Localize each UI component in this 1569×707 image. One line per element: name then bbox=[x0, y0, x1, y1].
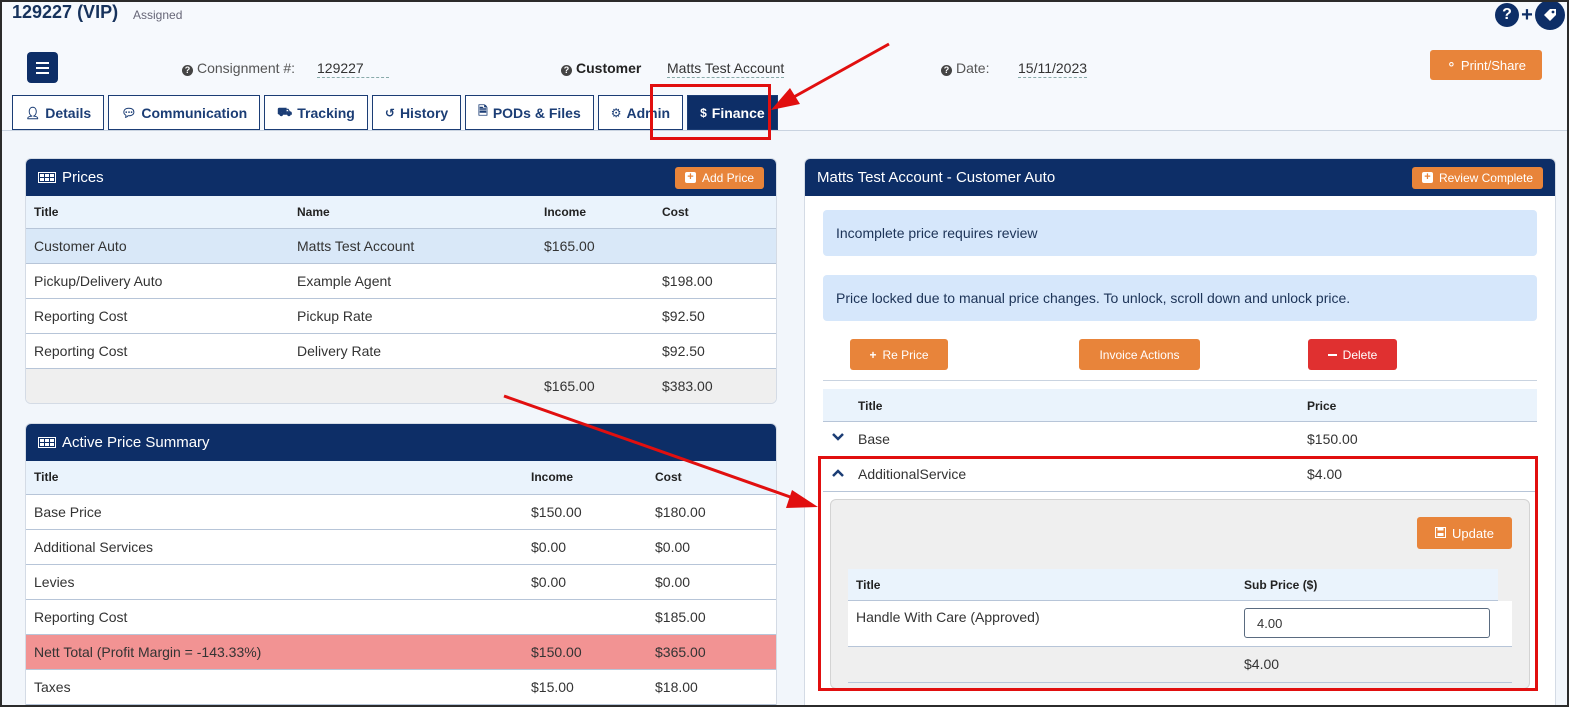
totals-row: $165.00 $383.00 bbox=[26, 368, 776, 403]
tab-history[interactable]: ↺ History bbox=[371, 95, 462, 130]
print-share-button[interactable]: ⚬ Print/Share bbox=[1430, 50, 1542, 80]
comment-icon: 💬︎ bbox=[121, 105, 137, 120]
detail-header: Matts Test Account - Customer Auto + Revi… bbox=[805, 159, 1555, 196]
price-item-row[interactable]: AdditionalService $4.00 bbox=[823, 457, 1537, 492]
table-row: Levies $0.00 $0.00 bbox=[26, 564, 776, 600]
plus-icon: + bbox=[869, 347, 877, 362]
column-header: Price bbox=[1307, 399, 1337, 413]
table-row[interactable]: Pickup/Delivery Auto Example Agent $198.00 bbox=[26, 263, 776, 299]
prices-panel: Prices + Add Price Title Name Income Cost… bbox=[25, 158, 777, 404]
sub-price-total-row: $4.00 bbox=[848, 647, 1512, 683]
chevron-up-icon[interactable] bbox=[831, 466, 845, 483]
prices-header: Prices + Add Price bbox=[26, 159, 776, 196]
delete-button[interactable]: Delete bbox=[1308, 339, 1397, 370]
add-icon[interactable]: + bbox=[1520, 4, 1534, 27]
info-icon: ? bbox=[561, 65, 572, 76]
table-row[interactable]: Reporting Cost Delivery Rate $92.50 bbox=[26, 333, 776, 369]
sub-price-input[interactable]: 4.00 bbox=[1244, 608, 1490, 638]
user-icon: 👤︎ bbox=[25, 105, 41, 120]
customer-label: ? Customer bbox=[561, 60, 641, 76]
locked-alert: Price locked due to manual price changes… bbox=[823, 275, 1537, 321]
help-icon[interactable]: ? bbox=[1495, 3, 1519, 27]
menu-button[interactable] bbox=[27, 52, 58, 83]
prices-table: Title Name Income Cost Customer Auto Matt… bbox=[26, 196, 776, 403]
column-header: Title bbox=[858, 399, 883, 413]
page-title: 129227 (VIP) bbox=[12, 2, 119, 22]
divider bbox=[823, 380, 1537, 381]
column-header: Sub Price ($) bbox=[1244, 578, 1318, 592]
consignment-value[interactable]: 129227 bbox=[317, 60, 389, 78]
column-header: Income bbox=[536, 196, 654, 229]
date-value[interactable]: 15/11/2023 bbox=[1018, 60, 1088, 78]
add-price-button[interactable]: + Add Price bbox=[674, 166, 764, 189]
table-row: Base Price $150.00 $180.00 bbox=[26, 494, 776, 530]
consignment-label: ? Consignment #: bbox=[182, 60, 295, 76]
tab-admin[interactable]: ⚙ Admin bbox=[597, 95, 684, 130]
tab-finance[interactable]: $ Finance bbox=[687, 95, 778, 130]
summary-table: Title Income Cost Base Price $150.00 $180.… bbox=[26, 461, 776, 705]
table-row[interactable]: Customer Auto Matts Test Account $165.00 bbox=[26, 228, 776, 264]
invoice-actions-button[interactable]: Invoice Actions bbox=[1079, 339, 1200, 370]
price-item-row[interactable]: Base $150.00 bbox=[823, 422, 1537, 457]
column-header: Cost bbox=[654, 196, 776, 229]
column-header: Title bbox=[26, 196, 289, 229]
price-items-header: Title Price bbox=[823, 389, 1537, 422]
review-complete-button[interactable]: + Review Complete bbox=[1411, 166, 1543, 189]
status-badge: Assigned bbox=[133, 8, 183, 22]
tab-divider bbox=[2, 130, 1567, 131]
summary-panel: Active Price Summary Title Income Cost B… bbox=[25, 423, 777, 707]
table-row: Reporting Cost $185.00 bbox=[26, 599, 776, 635]
history-icon: ↺ bbox=[384, 105, 395, 120]
detail-title: Matts Test Account - Customer Auto bbox=[817, 169, 1056, 186]
gear-icon: ⚙ bbox=[610, 105, 622, 120]
info-icon: ? bbox=[182, 65, 193, 76]
file-icon: 🗎︎ bbox=[478, 104, 488, 118]
update-button[interactable]: Update bbox=[1417, 517, 1512, 549]
sub-price-header: Title Sub Price ($) bbox=[848, 569, 1498, 601]
review-alert: Incomplete price requires review bbox=[823, 210, 1537, 256]
column-header: Cost bbox=[647, 461, 776, 495]
chevron-down-icon[interactable] bbox=[831, 430, 845, 447]
tab-communication[interactable]: 💬︎ Communication bbox=[108, 95, 261, 130]
plus-icon: + bbox=[684, 172, 696, 183]
tab-bar: 👤︎ Details 💬︎ Communication ⛟ Tracking ↺ His… bbox=[12, 95, 778, 130]
tag-icon[interactable] bbox=[1535, 0, 1565, 30]
customer-value[interactable]: Matts Test Account bbox=[667, 60, 785, 78]
table-icon bbox=[38, 437, 56, 448]
info-icon: ? bbox=[941, 65, 952, 76]
column-header: Title bbox=[26, 461, 523, 495]
re-price-button[interactable]: + Re Price bbox=[850, 339, 948, 370]
column-header: Title bbox=[856, 578, 881, 592]
dollar-icon: $ bbox=[700, 105, 707, 120]
minus-icon bbox=[1327, 353, 1337, 356]
table-row[interactable]: Reporting Cost Pickup Rate $92.50 bbox=[26, 298, 776, 334]
tab-details[interactable]: 👤︎ Details bbox=[12, 95, 105, 130]
plus-icon: + bbox=[1421, 172, 1433, 183]
table-row: Taxes $15.00 $18.00 bbox=[26, 669, 776, 705]
save-icon bbox=[1435, 526, 1447, 541]
truck-icon: ⛟ bbox=[277, 104, 293, 119]
column-header: Name bbox=[289, 196, 536, 229]
summary-title: Active Price Summary bbox=[62, 434, 210, 451]
top-actions: ? + bbox=[1495, 0, 1565, 30]
table-icon bbox=[38, 172, 56, 183]
nett-total-row: Nett Total (Profit Margin = -143.33%) $15… bbox=[26, 634, 776, 670]
prices-title: Prices bbox=[62, 169, 104, 186]
summary-header: Active Price Summary bbox=[26, 424, 776, 461]
share-icon: ⚬ bbox=[1446, 57, 1457, 72]
date-label: ? Date: bbox=[941, 60, 989, 76]
table-row: Additional Services $0.00 $0.00 bbox=[26, 529, 776, 565]
column-header: Income bbox=[523, 461, 647, 495]
tab-tracking[interactable]: ⛟ Tracking bbox=[264, 95, 368, 130]
tab-pods-files[interactable]: 🗎︎ PODs & Files bbox=[465, 95, 594, 130]
